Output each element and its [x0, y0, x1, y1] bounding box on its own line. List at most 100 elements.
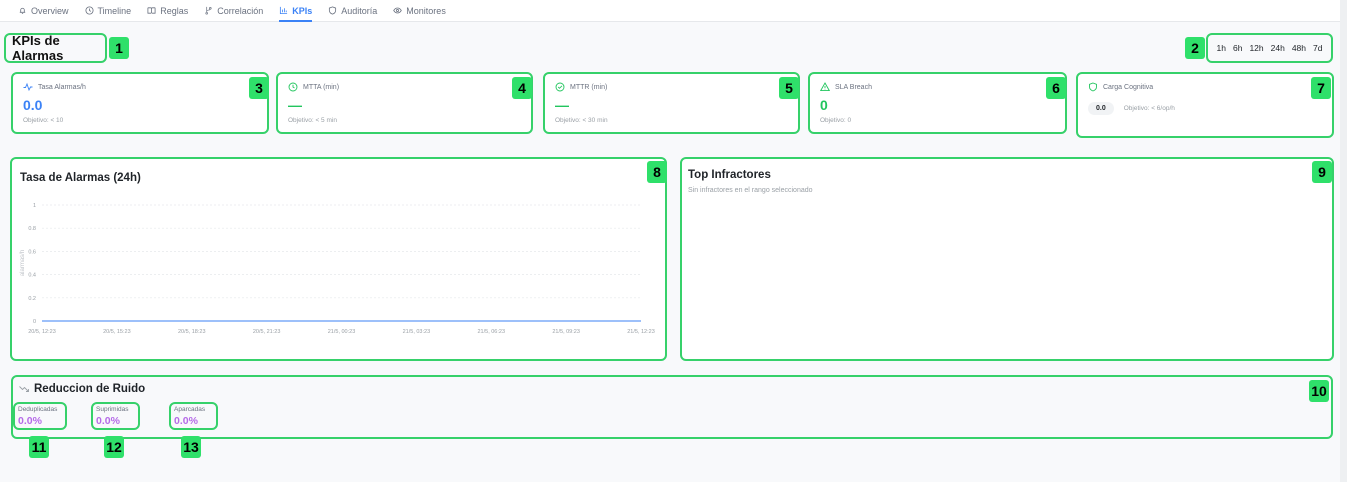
stat-label: Deduplicadas: [18, 406, 58, 413]
chart-panel: Tasa de Alarmas (24h) 0 0.2 0.4 0.6 0.8 1 20/5…: [10, 157, 667, 361]
badge-9: 9: [1312, 161, 1332, 183]
stat-deduplicadas: Deduplicadas 0.0%: [13, 402, 67, 430]
badge-6: 6: [1046, 77, 1066, 99]
infractores-title: Top Infractores: [688, 169, 771, 181]
x-tick-label: 21/5, 03:23: [403, 329, 431, 335]
tab-label: Auditoría: [341, 5, 378, 16]
badge-5: 5: [779, 77, 799, 99]
kpi-objective: Objetivo: < 10: [23, 117, 64, 124]
shield-icon: [329, 6, 337, 15]
kpi-card-mttr: MTTR (min) — Objetivo: < 30 min: [543, 72, 800, 134]
x-tick-label: 20/5, 21:23: [253, 329, 281, 335]
range-option-48h[interactable]: 48h: [1292, 43, 1306, 53]
badge-11: 11: [29, 436, 49, 458]
badge-1: 1: [109, 37, 129, 59]
page-title: KPIs de Alarmas: [4, 33, 107, 63]
kpi-value: —: [555, 97, 569, 113]
badge-3: 3: [249, 77, 269, 99]
badge-2: 2: [1185, 37, 1205, 59]
kpi-label: Tasa Alarmas/h: [38, 83, 86, 91]
badge-8: 8: [647, 161, 667, 183]
kpi-value: —: [288, 97, 302, 113]
tab-label: Overview: [31, 5, 69, 16]
y-tick-label: 0.6: [28, 249, 36, 255]
kpi-card-tasa: Tasa Alarmas/h 0.0 Objetivo: < 10: [11, 72, 269, 134]
shield-icon: [1089, 82, 1097, 92]
badge-4: 4: [512, 77, 532, 99]
stat-value: 0.0%: [174, 415, 198, 427]
tab-monitores[interactable]: Monitores: [393, 0, 446, 22]
tab-correlacion[interactable]: Correlación: [204, 0, 263, 22]
kpi-objective: Objetivo: < 6/op/h: [1123, 105, 1175, 112]
eye-icon: [393, 7, 403, 14]
range-option-7d[interactable]: 7d: [1313, 43, 1322, 53]
tab-label: Monitores: [406, 5, 446, 16]
stat-label: Suprimidas: [96, 406, 129, 413]
tab-label: Reglas: [160, 5, 189, 16]
kpi-card-mtta: MTTA (min) — Objetivo: < 5 min: [276, 72, 533, 134]
badge-10: 10: [1309, 380, 1329, 402]
kpi-objective: Objetivo: 0: [820, 117, 852, 124]
tab-auditoria[interactable]: Auditoría: [328, 0, 377, 22]
noise-reduction-title: Reduccion de Ruido: [34, 383, 146, 395]
tab-label: Correlación: [217, 5, 264, 16]
kpi-card-carga: Carga Cognitiva 0.0 Objetivo: < 6/op/h: [1076, 72, 1334, 138]
main-nav: Overview Timeline Reglas Correlación KPI…: [0, 0, 1340, 22]
range-option-12h[interactable]: 12h: [1249, 43, 1263, 53]
y-axis-label: alarmas/h: [20, 250, 26, 276]
time-range-selector: 1h 6h 12h 24h 48h 7d: [1206, 33, 1333, 63]
x-tick-label: 20/5, 12:23: [28, 329, 56, 335]
top-infractores-panel: Top Infractores Sin infractores en el ra…: [680, 157, 1334, 361]
kpi-objective: Objetivo: < 30 min: [555, 117, 608, 124]
alarm-rate-chart: 0 0.2 0.4 0.6 0.8 1 20/5, 12:23 20/5, 15:23 20/5…: [20, 203, 655, 335]
kpi-label: MTTA (min): [303, 83, 340, 91]
y-tick-label: 0.8: [28, 226, 36, 232]
branch-icon: [205, 6, 212, 15]
x-tick-label: 20/5, 18:23: [178, 329, 206, 335]
clock-icon: [85, 6, 94, 15]
range-option-6h[interactable]: 6h: [1233, 43, 1242, 53]
tab-reglas[interactable]: Reglas: [147, 0, 188, 22]
range-option-1h[interactable]: 1h: [1217, 43, 1226, 53]
tab-timeline[interactable]: Timeline: [85, 0, 132, 22]
book-icon: [147, 7, 156, 14]
kpi-value: 0: [820, 97, 828, 113]
x-tick-label: 21/5, 00:23: [328, 329, 356, 335]
warning-icon: [820, 82, 830, 92]
kpi-card-sla: SLA Breach 0 Objetivo: 0: [808, 72, 1067, 134]
clock-icon: [288, 82, 298, 92]
range-option-24h[interactable]: 24h: [1271, 43, 1285, 53]
kpi-label: MTTR (min): [570, 83, 608, 91]
check-circle-icon: [555, 82, 565, 92]
x-tick-label: 21/5, 09:23: [552, 329, 580, 335]
stat-aparcadas: Aparcadas 0.0%: [169, 402, 218, 430]
y-tick-label: 0: [33, 319, 36, 325]
y-tick-label: 0.4: [28, 273, 36, 279]
trending-down-icon: [19, 386, 29, 392]
badge-13: 13: [181, 436, 201, 458]
kpi-value: 0.0: [23, 97, 43, 113]
bell-icon: [19, 7, 26, 14]
bar-chart-icon: [280, 6, 288, 15]
x-tick-label: 21/5, 06:23: [477, 329, 505, 335]
tab-kpis[interactable]: KPIs: [279, 0, 313, 22]
tab-label: KPIs: [292, 5, 313, 16]
stat-suprimidas: Suprimidas 0.0%: [91, 402, 140, 430]
x-tick-label: 21/5, 12:23: [627, 329, 655, 335]
stat-value: 0.0%: [96, 415, 120, 427]
kpi-value-pill: 0.0: [1088, 102, 1114, 115]
y-tick-label: 0.2: [28, 296, 36, 302]
stat-value: 0.0%: [18, 415, 42, 427]
kpi-objective: Objetivo: < 5 min: [288, 117, 337, 124]
tab-label: Timeline: [97, 5, 132, 16]
activity-icon: [23, 82, 33, 92]
stat-label: Aparcadas: [174, 406, 206, 413]
infractores-empty-text: Sin infractores en el rango seleccionado: [688, 187, 813, 194]
badge-12: 12: [104, 436, 124, 458]
kpi-label: SLA Breach: [835, 83, 872, 91]
tab-overview[interactable]: Overview: [18, 0, 69, 22]
badge-7: 7: [1311, 77, 1331, 99]
page-scrollbar[interactable]: [1340, 0, 1347, 482]
kpi-label: Carga Cognitiva: [1103, 83, 1154, 91]
x-tick-label: 20/5, 15:23: [103, 329, 131, 335]
